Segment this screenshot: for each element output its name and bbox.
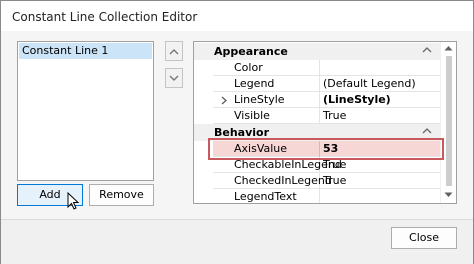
- chevron-up-icon: [169, 48, 179, 54]
- property-row-color[interactable]: Color: [213, 60, 440, 76]
- property-row-linestyle[interactable]: LineStyle (LineStyle): [213, 92, 440, 108]
- property-name: Visible: [213, 108, 320, 124]
- property-value[interactable]: True: [321, 173, 440, 189]
- mouse-cursor-icon: [67, 192, 79, 210]
- close-button[interactable]: Close: [391, 227, 457, 249]
- window-title: Constant Line Collection Editor: [12, 10, 198, 24]
- property-value[interactable]: (LineStyle): [321, 92, 440, 108]
- collection-list[interactable]: Constant Line 1: [17, 41, 154, 181]
- scroll-up-icon[interactable]: [444, 45, 453, 51]
- category-appearance[interactable]: Appearance: [194, 43, 440, 60]
- move-down-button[interactable]: [165, 68, 183, 88]
- vertical-scrollbar[interactable]: [440, 42, 456, 203]
- property-value[interactable]: [321, 60, 440, 76]
- list-item[interactable]: Constant Line 1: [19, 43, 152, 59]
- dialog-window: Constant Line Collection Editor Constant…: [0, 0, 474, 264]
- title-bar: Constant Line Collection Editor: [1, 1, 473, 31]
- property-name: LegendText: [213, 189, 320, 203]
- move-up-button[interactable]: [165, 41, 183, 61]
- scrollbar-thumb[interactable]: [446, 56, 452, 186]
- property-row-legend[interactable]: Legend (Default Legend): [213, 76, 440, 92]
- property-row-checkedinlegend[interactable]: CheckedInLegend True: [213, 173, 440, 189]
- category-label: Appearance: [214, 45, 288, 58]
- chevron-down-icon: [169, 75, 179, 81]
- collapse-chevron-icon[interactable]: [422, 127, 432, 134]
- property-value[interactable]: [321, 189, 440, 203]
- property-value[interactable]: True: [321, 108, 440, 124]
- scroll-down-icon[interactable]: [444, 192, 453, 198]
- property-row-legendtext[interactable]: LegendText: [213, 189, 440, 203]
- property-name: Color: [213, 60, 320, 76]
- property-row-visible[interactable]: Visible True: [213, 108, 440, 124]
- axisvalue-highlight: [208, 138, 444, 160]
- remove-button[interactable]: Remove: [89, 184, 154, 206]
- property-name: Legend: [213, 76, 320, 92]
- property-grid[interactable]: Appearance Color Legend (Default Legend)…: [193, 41, 457, 204]
- property-name: CheckedInLegend: [213, 173, 332, 189]
- property-value[interactable]: (Default Legend): [321, 76, 440, 92]
- collapse-chevron-icon[interactable]: [422, 46, 432, 53]
- list-item-label: Constant Line 1: [22, 44, 109, 57]
- property-name: LineStyle: [213, 92, 320, 108]
